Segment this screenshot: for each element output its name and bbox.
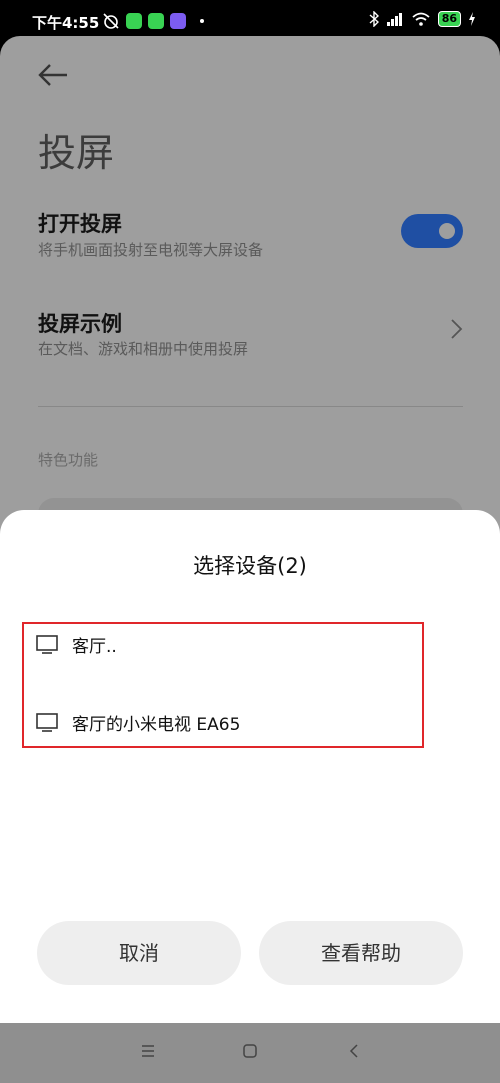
alarm-off-icon [103,13,119,29]
tv-icon [36,634,58,654]
charging-icon [469,12,475,26]
status-time: 下午4:55 [32,14,100,32]
app-notification-icon [126,13,142,29]
page-title: 投屏 [38,131,115,175]
cast-example-subtitle: 在文档、游戏和相册中使用投屏 [38,340,249,358]
bluetooth-icon [369,11,379,27]
sheet-title: 选择设备(2) [193,554,307,578]
notification-icons [102,12,204,30]
cast-example-title[interactable]: 投屏示例 [38,308,122,338]
battery-icon: 86 [437,11,461,27]
menu-icon[interactable] [140,1043,156,1059]
help-button[interactable]: 查看帮助 [259,921,463,985]
app-notification-icon [148,13,164,29]
device-name: 客厅的小米电视 EA65 [72,715,241,735]
open-cast-toggle[interactable] [401,214,463,248]
select-device-sheet: 选择设备(2) 客厅.. 客厅的小米电视 EA65 取消 查看帮助 [0,510,500,1023]
app-notification-icon [170,13,186,29]
more-notifications-dot [200,19,204,23]
device-list-highlight: 客厅.. 客厅的小米电视 EA65 [22,622,424,748]
open-cast-title: 打开投屏 [38,212,122,236]
tv-icon [36,712,58,732]
back-icon[interactable] [346,1043,362,1059]
open-cast-subtitle: 将手机画面投射至电视等大屏设备 [38,241,264,259]
section-label: 特色功能 [38,451,99,469]
navigation-bar [0,1023,500,1083]
divider [38,406,463,407]
cancel-button[interactable]: 取消 [37,921,241,985]
toggle-knob [439,223,455,239]
wifi-icon [412,12,430,26]
device-item[interactable]: 客厅.. [36,632,117,657]
system-icons: 86 [369,11,476,27]
chevron-right-icon[interactable] [448,318,464,340]
signal-icon [386,13,402,26]
device-name: 客厅.. [72,637,117,657]
home-icon[interactable] [242,1043,258,1059]
device-item[interactable]: 客厅的小米电视 EA65 [36,710,240,735]
back-arrow-icon[interactable] [36,62,70,88]
